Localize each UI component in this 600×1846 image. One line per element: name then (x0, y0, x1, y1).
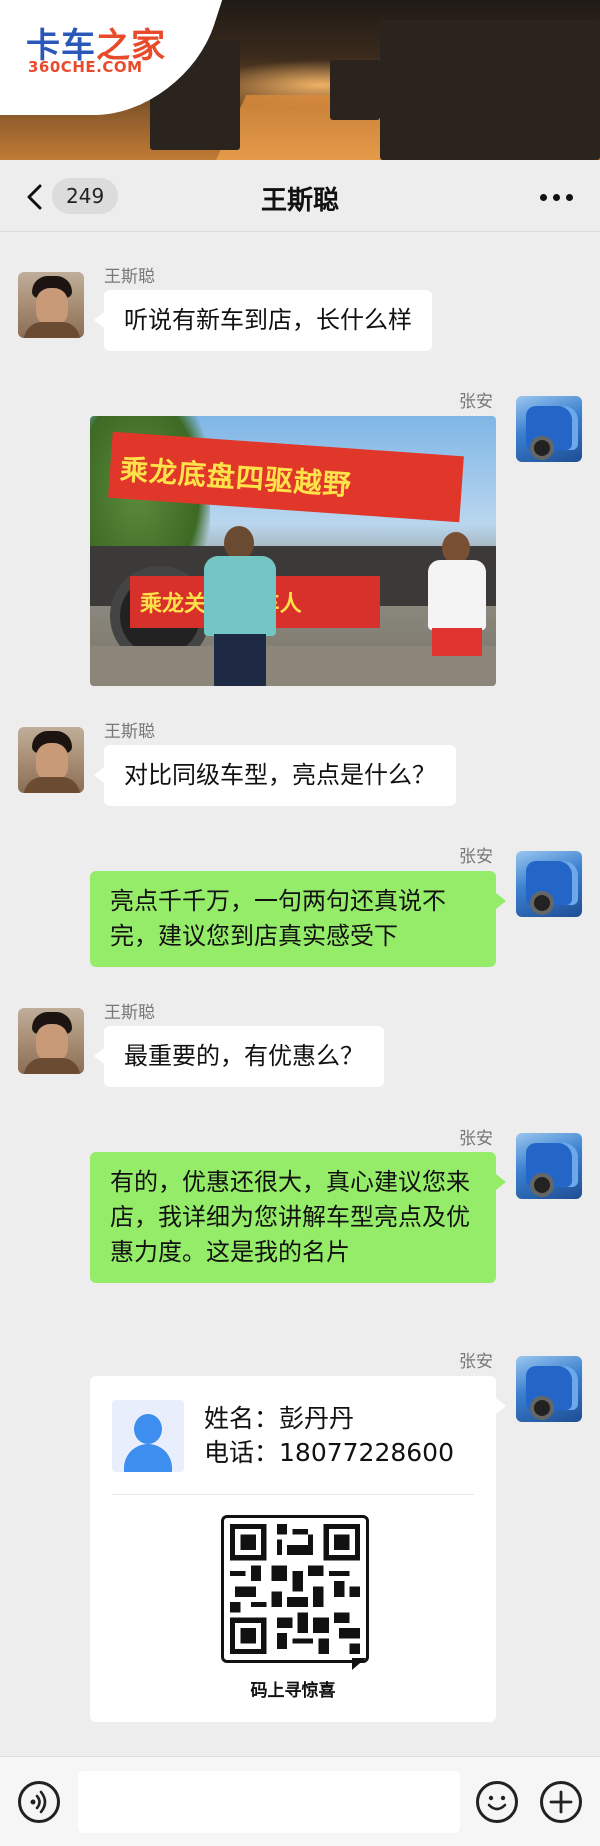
message-photo-new-truck[interactable]: 乘龙底盘四驱越野 乘龙关 富卡车人 (90, 416, 496, 686)
avatar-self[interactable] (516, 1133, 582, 1199)
qr-tail-decoration (352, 1658, 366, 1670)
header-banner: 卡车之家 360CHE.COM (0, 0, 600, 160)
avatar-contact[interactable] (18, 272, 84, 338)
card-name-row: 姓名：彭丹丹 (204, 1402, 464, 1436)
card-user-icon (112, 1400, 184, 1472)
avatar-self[interactable] (516, 851, 582, 917)
avatar-contact[interactable] (18, 727, 84, 793)
emoji-icon[interactable] (476, 1781, 518, 1823)
qr-code-pattern (230, 1524, 360, 1654)
avatar-self[interactable] (516, 396, 582, 462)
sender-name: 王斯聪 (104, 722, 155, 742)
card-phone-value[interactable]: 18077228600 (279, 1438, 454, 1467)
card-phone-row[interactable]: 电话：18077228600 (204, 1436, 464, 1470)
card-divider (112, 1494, 474, 1495)
chat-title-bar: 249 王斯聪 (0, 160, 600, 232)
card-phone-label: 电话： (204, 1438, 280, 1467)
qr-caption: 码上寻惊喜 (250, 1681, 336, 1701)
photo-person-right (422, 532, 492, 686)
message-bubble-outgoing[interactable]: 有的，优惠还很大，真心建议您来店，我详细为您讲解车型亮点及优惠力度。这是我的名片 (90, 1152, 506, 1283)
sender-name: 王斯聪 (104, 1003, 155, 1023)
message-input[interactable] (78, 1771, 460, 1833)
message-bubble-incoming[interactable]: 最重要的，有优惠么？ (94, 1026, 384, 1087)
voice-icon[interactable] (18, 1781, 60, 1823)
card-name-value: 彭丹丹 (279, 1404, 355, 1433)
sender-name: 张安 (459, 392, 493, 412)
sender-name: 张安 (459, 847, 493, 867)
banner-truck-far (330, 60, 380, 120)
plus-icon[interactable] (540, 1781, 582, 1823)
message-bubble-incoming[interactable]: 听说有新车到店，长什么样 (94, 290, 432, 351)
qr-code-icon[interactable] (221, 1515, 369, 1663)
sender-name: 张安 (459, 1129, 493, 1149)
more-dots-icon[interactable] (540, 194, 574, 202)
banner-truck-right (380, 20, 600, 160)
sender-name: 王斯聪 (104, 267, 155, 287)
message-bubble-outgoing[interactable]: 亮点千千万，一句两句还真说不完，建议您到店真实感受下 (90, 871, 506, 967)
logo-domain: 360CHE.COM (28, 58, 143, 76)
chat-title: 王斯聪 (260, 186, 339, 216)
sender-name: 张安 (459, 1352, 493, 1372)
avatar-self[interactable] (516, 1356, 582, 1422)
photo-person-left (196, 526, 282, 686)
chat-input-bar (0, 1756, 600, 1846)
business-card-message[interactable]: 姓名：彭丹丹 电话：18077228600 码上寻惊喜 (90, 1376, 506, 1722)
message-bubble-incoming[interactable]: 对比同级车型，亮点是什么？ (94, 745, 456, 806)
card-name-label: 姓名： (204, 1404, 280, 1433)
avatar-contact[interactable] (18, 1008, 84, 1074)
